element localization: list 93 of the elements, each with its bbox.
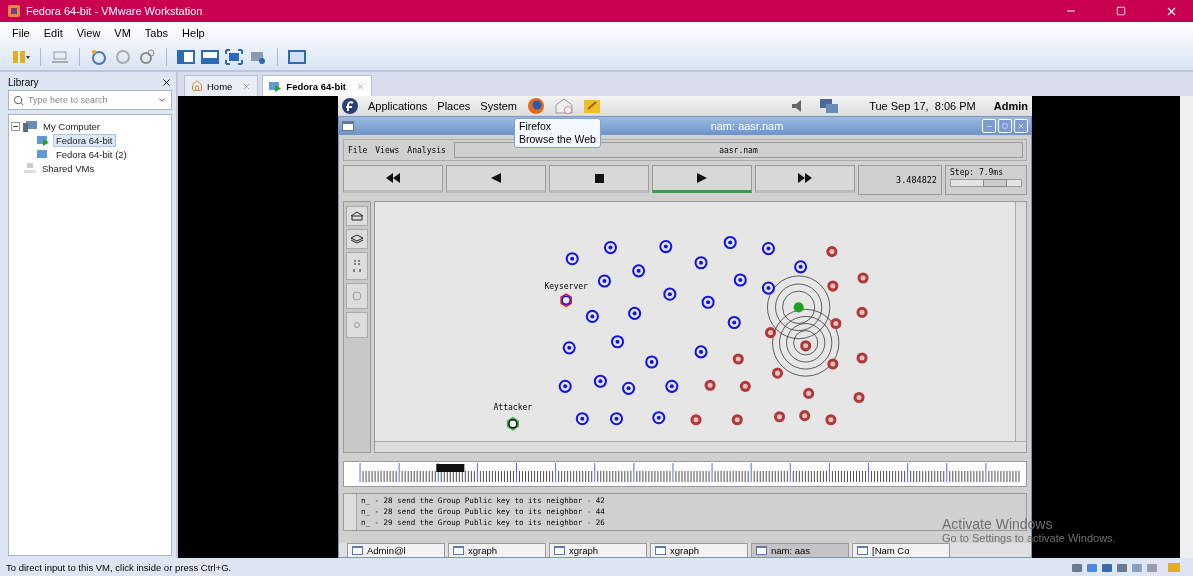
window-icon bbox=[857, 546, 868, 555]
unity-icon[interactable] bbox=[249, 49, 267, 65]
small-circle-tool-icon[interactable] bbox=[346, 312, 368, 338]
tree-item[interactable]: Fedora 64-bit (2) bbox=[53, 147, 130, 161]
tree-item[interactable]: Fedora 64-bit bbox=[53, 133, 116, 147]
window-icon bbox=[352, 546, 363, 555]
step-slider[interactable] bbox=[950, 179, 1022, 187]
circle-tool-icon[interactable] bbox=[346, 283, 368, 309]
tray-icon[interactable] bbox=[1086, 561, 1098, 573]
step-label: Step: 7.9ms bbox=[950, 168, 1004, 177]
window-title: nam: aasr.nam bbox=[710, 120, 784, 132]
maximize-button[interactable] bbox=[998, 119, 1012, 133]
playback-button[interactable] bbox=[549, 165, 649, 193]
tray-icon[interactable] bbox=[1131, 561, 1143, 573]
window-icon bbox=[655, 546, 666, 555]
stretch-view-icon[interactable] bbox=[288, 49, 306, 65]
snapshot-manager-icon[interactable] bbox=[138, 49, 156, 65]
panel-title: Library bbox=[8, 76, 39, 88]
slider-thumb[interactable] bbox=[983, 179, 1008, 187]
time-display: 3.484822 bbox=[858, 165, 942, 195]
stop-icon bbox=[594, 173, 604, 183]
snapshot-icon[interactable] bbox=[90, 49, 108, 65]
panel-menu[interactable]: Applications bbox=[368, 100, 428, 112]
fullscreen-icon[interactable] bbox=[225, 49, 243, 65]
revert-icon[interactable] bbox=[114, 49, 132, 65]
taskbar-item[interactable]: [Nam Co bbox=[852, 543, 950, 557]
tab[interactable]: Home bbox=[184, 75, 259, 96]
window-menu-icon[interactable] bbox=[342, 121, 354, 131]
close-icon[interactable] bbox=[161, 76, 172, 88]
window-icon bbox=[453, 546, 464, 555]
taskbar-item[interactable]: xgraph bbox=[549, 543, 647, 557]
vm-icon bbox=[269, 80, 283, 92]
menu-item[interactable]: VM bbox=[114, 27, 131, 39]
menu-item[interactable]: File bbox=[12, 27, 30, 39]
playback-button[interactable] bbox=[343, 165, 443, 193]
fedora-logo-icon[interactable] bbox=[342, 98, 358, 114]
computer-icon bbox=[23, 120, 37, 132]
shared-icon bbox=[24, 162, 36, 174]
maximize-icon bbox=[1002, 123, 1008, 129]
tray-icon[interactable] bbox=[1101, 561, 1113, 573]
minimize-button[interactable] bbox=[982, 119, 996, 133]
taskbar-item[interactable]: Admin@l bbox=[347, 543, 445, 557]
taskbar-item[interactable]: xgraph bbox=[448, 543, 546, 557]
vm-icon bbox=[37, 134, 50, 146]
taskbar-item[interactable]: nam: aas bbox=[751, 543, 849, 557]
window-icon bbox=[756, 546, 767, 555]
close-button[interactable] bbox=[1014, 119, 1028, 133]
collapse-icon[interactable] bbox=[11, 121, 20, 131]
menu-item[interactable]: Analysis bbox=[407, 145, 446, 155]
tray-icon[interactable] bbox=[1146, 561, 1158, 573]
playback-button[interactable] bbox=[755, 165, 855, 193]
menu-item[interactable]: View bbox=[76, 27, 101, 39]
play-icon bbox=[697, 173, 707, 183]
tree-item[interactable]: My Computer bbox=[40, 119, 103, 133]
fast-forward-icon bbox=[798, 173, 812, 183]
tray-icon[interactable] bbox=[1071, 561, 1083, 573]
console-view-icon[interactable] bbox=[201, 49, 219, 65]
clock: Tue Sep 17, 8:06 PM bbox=[869, 100, 976, 112]
zoom-in-icon[interactable] bbox=[346, 206, 368, 226]
menu-item[interactable]: Views bbox=[375, 145, 400, 155]
search-icon bbox=[13, 94, 24, 106]
rewind-icon bbox=[386, 173, 400, 183]
pause-icon[interactable] bbox=[12, 49, 30, 65]
taskbar-item[interactable]: xgraph bbox=[650, 543, 748, 557]
zoom-out-icon[interactable] bbox=[346, 229, 368, 249]
restore-icon[interactable] bbox=[1116, 6, 1126, 16]
search-field[interactable]: Type here to search bbox=[8, 90, 172, 110]
vm-icon bbox=[37, 148, 50, 160]
browser-icon[interactable] bbox=[527, 97, 546, 115]
status-text: To direct input to this VM, click inside or press Ctrl+G. bbox=[6, 561, 233, 573]
menu-item[interactable]: File bbox=[348, 145, 368, 155]
tree-item[interactable]: Shared VMs bbox=[39, 161, 98, 175]
panel-menu[interactable]: Places bbox=[437, 100, 471, 112]
panel-menu[interactable]: System bbox=[480, 100, 518, 112]
menu-item[interactable]: Help bbox=[182, 27, 205, 39]
tray-icon[interactable] bbox=[1116, 561, 1128, 573]
tooltip: Firefox Browse the Web bbox=[514, 118, 601, 148]
node-label: Attacker bbox=[493, 402, 533, 412]
home-icon bbox=[191, 80, 203, 92]
dropdown-icon bbox=[157, 95, 167, 105]
window-icon bbox=[554, 546, 565, 555]
app-icon bbox=[8, 5, 20, 17]
back-icon bbox=[491, 173, 501, 183]
menu-item[interactable]: Edit bbox=[43, 27, 63, 39]
menu-item[interactable]: Tabs bbox=[144, 27, 169, 39]
file-name-field: aasr.nam bbox=[453, 142, 1023, 158]
tab[interactable]: Fedora 64-bit bbox=[262, 75, 372, 96]
sidebar-view-icon[interactable] bbox=[177, 49, 195, 65]
window-title: Fedora 64-bit - VMware Workstation bbox=[26, 5, 204, 17]
node-label: Keyserver bbox=[544, 282, 588, 292]
user-name[interactable]: Admin bbox=[993, 100, 1028, 112]
notes-icon[interactable] bbox=[583, 98, 602, 114]
close-icon bbox=[1017, 122, 1025, 130]
